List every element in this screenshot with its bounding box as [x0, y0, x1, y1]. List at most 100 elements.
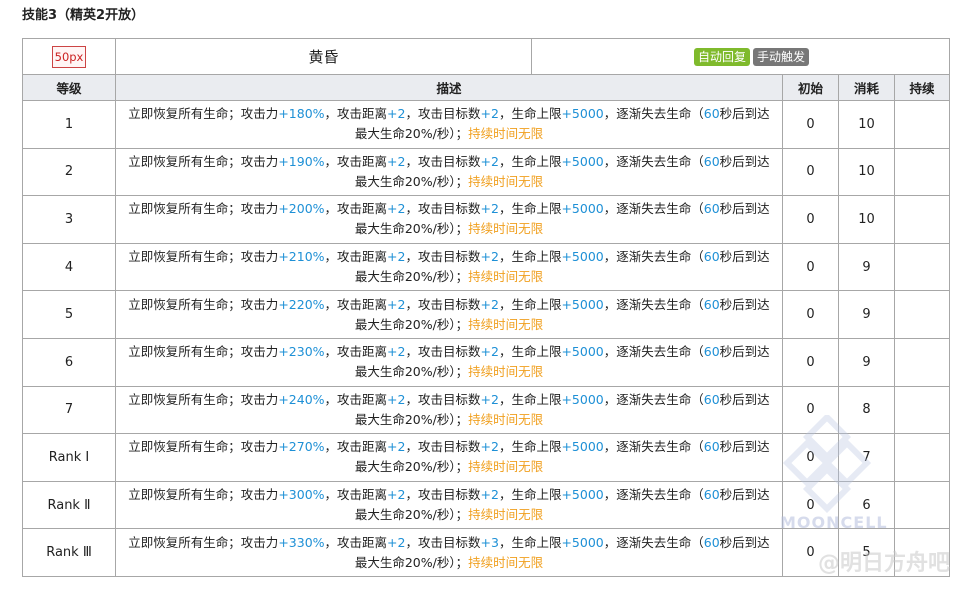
level-cell: Rank Ⅲ [22, 528, 116, 577]
skill-table: 50px 黄昏 自动回复 手动触发 等级 描述 初始 消耗 持续 1 立即恢复所有生… [22, 38, 951, 577]
desc-text: ，逐渐失去生命（ [603, 344, 704, 360]
sp-cost-cell: 9 [838, 290, 895, 339]
desc-text: ，逐渐失去生命（ [603, 201, 704, 217]
desc-text: ，逐渐失去生命（ [603, 487, 704, 503]
duration-text: 持续时间无限 [468, 269, 544, 285]
atk-value: +180% [278, 106, 325, 122]
sp-cost-cell: 6 [838, 480, 895, 530]
table-row: 7 立即恢复所有生命；攻击力+240%，攻击距离+2，攻击目标数+2，生命上限+5… [22, 385, 951, 435]
hp-value: +5000 [561, 296, 604, 312]
desc-text: ，攻击目标数 [405, 296, 481, 312]
description-cell: 立即恢复所有生命；攻击力+190%，攻击距离+2，攻击目标数+2，生命上限+50… [115, 147, 783, 197]
desc-text: 秒后到达 [719, 249, 770, 265]
desc-text: 立即恢复所有生命；攻击力 [128, 344, 279, 360]
desc-text: ，攻击目标数 [405, 106, 481, 122]
desc-text: ，生命上限 [498, 249, 562, 265]
col-header-description: 描述 [115, 74, 783, 101]
range-value: +2 [387, 153, 406, 169]
desc-text: ，攻击距离 [324, 296, 388, 312]
range-value: +2 [387, 249, 406, 265]
desc-text: 秒后到达 [719, 296, 770, 312]
hp-value: +5000 [561, 487, 604, 503]
atk-value: +270% [278, 439, 325, 455]
desc-text: ，攻击目标数 [405, 201, 481, 217]
range-value: +2 [387, 439, 406, 455]
desc-text: ，逐渐失去生命（ [603, 296, 704, 312]
desc-text: ，攻击目标数 [405, 391, 481, 407]
description-cell: 立即恢复所有生命；攻击力+220%，攻击距离+2，攻击目标数+2，生命上限+50… [115, 290, 783, 339]
duration-text: 持续时间无限 [468, 411, 544, 427]
desc-text: ，攻击目标数 [405, 153, 481, 169]
desc-text: 秒后到达 [719, 344, 770, 360]
desc-text: ，生命上限 [498, 153, 562, 169]
desc-text: 最大生命20%/秒）； [354, 221, 469, 237]
desc-text: ，攻击距离 [324, 487, 388, 503]
initial-sp-cell: 0 [782, 385, 839, 435]
duration-cell [893, 433, 951, 482]
desc-text: 秒后到达 [719, 534, 770, 550]
description-cell: 立即恢复所有生命；攻击力+180%，攻击距离+2，攻击目标数+2，生命上限+50… [115, 100, 783, 149]
desc-text: ，生命上限 [498, 534, 562, 550]
targets-value: +2 [480, 391, 499, 407]
duration-cell [893, 480, 951, 530]
atk-value: +220% [278, 296, 325, 312]
initial-sp-cell: 0 [782, 337, 839, 387]
initial-sp-cell: 0 [782, 528, 839, 577]
seconds-value: 60 [703, 344, 720, 360]
tag-manual-trigger: 手动触发 [753, 47, 810, 66]
level-cell: 1 [22, 100, 116, 149]
targets-value: +2 [480, 201, 499, 217]
duration-text: 持续时间无限 [468, 459, 544, 475]
sp-cost-cell: 9 [838, 242, 895, 292]
targets-value: +2 [480, 296, 499, 312]
level-cell: 3 [22, 195, 116, 244]
level-cell: 7 [22, 385, 116, 435]
initial-sp-cell: 0 [782, 433, 839, 482]
desc-text: 最大生命20%/秒）； [354, 126, 469, 142]
desc-text: 立即恢复所有生命；攻击力 [128, 296, 279, 312]
initial-sp-cell: 0 [782, 480, 839, 530]
seconds-value: 60 [703, 249, 720, 265]
desc-text: ，攻击目标数 [405, 344, 481, 360]
desc-text: ，攻击距离 [324, 201, 388, 217]
sp-cost-cell: 9 [838, 337, 895, 387]
desc-text: 立即恢复所有生命；攻击力 [128, 249, 279, 265]
range-value: +2 [387, 296, 406, 312]
range-value: +2 [387, 106, 406, 122]
desc-text: ，生命上限 [498, 487, 562, 503]
description-cell: 立即恢复所有生命；攻击力+270%，攻击距离+2，攻击目标数+2，生命上限+50… [115, 433, 783, 482]
table-row: Rank Ⅰ 立即恢复所有生命；攻击力+270%，攻击距离+2，攻击目标数+2，生… [22, 433, 951, 482]
targets-value: +2 [480, 344, 499, 360]
desc-text: ，攻击距离 [324, 391, 388, 407]
desc-text: 秒后到达 [719, 153, 770, 169]
level-cell: Rank Ⅰ [22, 433, 116, 482]
hp-value: +5000 [561, 201, 604, 217]
table-row: 6 立即恢复所有生命；攻击力+230%，攻击距离+2，攻击目标数+2，生命上限+5… [22, 337, 951, 387]
duration-cell [893, 100, 951, 149]
skill-icon-placeholder[interactable]: 50px [52, 45, 86, 68]
atk-value: +210% [278, 249, 325, 265]
description-cell: 立即恢复所有生命；攻击力+330%，攻击距离+2，攻击目标数+3，生命上限+50… [115, 528, 783, 577]
duration-cell [893, 385, 951, 435]
desc-text: 最大生命20%/秒）； [354, 173, 469, 189]
range-value: +2 [387, 344, 406, 360]
table-header-row: 等级 描述 初始 消耗 持续 [22, 74, 951, 101]
duration-text: 持续时间无限 [468, 507, 544, 523]
desc-text: ，生命上限 [498, 201, 562, 217]
desc-text: 最大生命20%/秒）； [354, 269, 469, 285]
description-cell: 立即恢复所有生命；攻击力+230%，攻击距离+2，攻击目标数+2，生命上限+50… [115, 337, 783, 387]
desc-text: ，攻击距离 [324, 344, 388, 360]
section-heading: 技能3（精英2开放） [22, 8, 145, 23]
atk-value: +200% [278, 201, 325, 217]
initial-sp-cell: 0 [782, 242, 839, 292]
duration-text: 持续时间无限 [468, 364, 544, 380]
col-header-duration: 持续 [893, 74, 951, 101]
desc-text: ，攻击目标数 [405, 534, 481, 550]
desc-text: 最大生命20%/秒）； [354, 507, 469, 523]
description-cell: 立即恢复所有生命；攻击力+240%，攻击距离+2，攻击目标数+2，生命上限+50… [115, 385, 783, 435]
duration-cell [893, 195, 951, 244]
duration-cell [893, 147, 951, 197]
desc-text: 立即恢复所有生命；攻击力 [128, 201, 279, 217]
desc-text: ，攻击距离 [324, 439, 388, 455]
duration-cell [893, 337, 951, 387]
